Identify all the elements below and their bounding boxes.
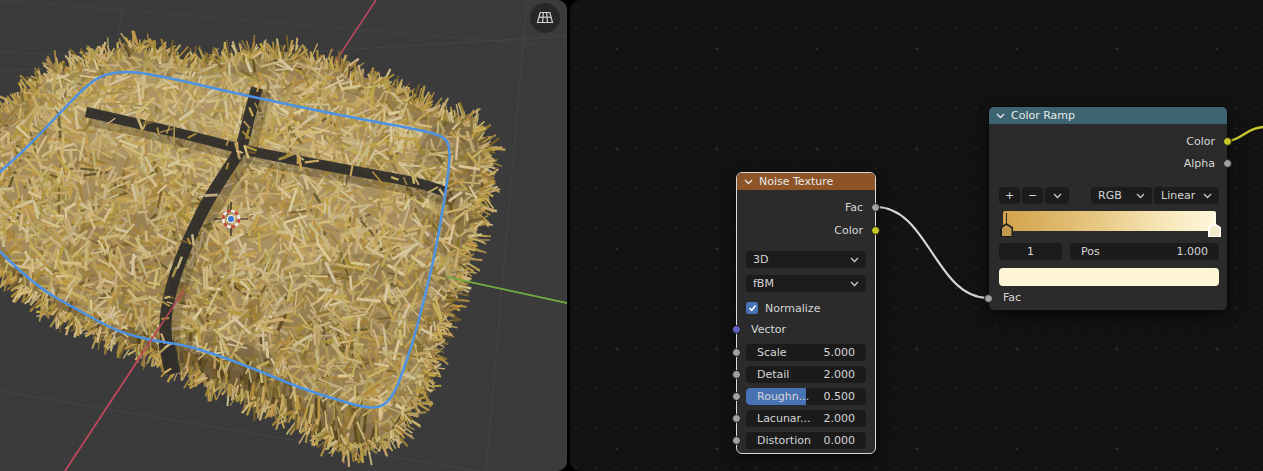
socket-vector-input[interactable] xyxy=(732,325,741,334)
lacunarity-label: Lacunar... xyxy=(757,412,811,425)
output-fac-label: Fac xyxy=(737,200,875,216)
color-ramp-gradient[interactable] xyxy=(1003,211,1216,231)
socket-alpha-output[interactable] xyxy=(1223,159,1232,168)
remove-stop-button[interactable]: − xyxy=(1022,187,1043,204)
output-color-label: Color xyxy=(737,223,875,239)
viewport-gizmo-button[interactable] xyxy=(530,3,560,33)
chevron-down-icon xyxy=(1053,193,1062,199)
pos-value: 1.000 xyxy=(1177,245,1209,258)
scale-field[interactable]: Scale 5.000 xyxy=(746,344,866,361)
checkmark-icon xyxy=(748,304,757,312)
add-stop-button[interactable]: + xyxy=(999,187,1020,204)
input-fac-label: Fac xyxy=(989,290,1227,306)
socket-color-output[interactable] xyxy=(1223,137,1232,146)
scale-label: Scale xyxy=(757,346,787,359)
shader-node-editor[interactable]: Noise Texture Fac Color 3D fBM Normalize… xyxy=(570,0,1263,471)
socket-lacunarity-input[interactable] xyxy=(732,414,741,423)
node-header-ramp[interactable]: Color Ramp xyxy=(989,107,1227,124)
socket-roughness-input[interactable] xyxy=(732,392,741,401)
collapse-chevron-icon[interactable] xyxy=(744,179,753,185)
color-mode-dropdown[interactable]: RGB xyxy=(1091,187,1152,204)
detail-value: 2.000 xyxy=(824,368,856,381)
scale-value: 5.000 xyxy=(824,346,856,359)
stop-position-field[interactable]: Pos 1.000 xyxy=(1070,243,1219,260)
socket-distortion-input[interactable] xyxy=(732,436,741,445)
roughness-slider[interactable]: Roughn... 0.500 xyxy=(746,388,866,405)
input-vector-label: Vector xyxy=(737,322,875,338)
detail-field[interactable]: Detail 2.000 xyxy=(746,366,866,383)
pos-label: Pos xyxy=(1081,245,1100,258)
active-stop-index-field[interactable]: 1 xyxy=(999,243,1062,260)
dimensions-dropdown[interactable]: 3D xyxy=(746,251,866,268)
lacunarity-field[interactable]: Lacunar... 2.000 xyxy=(746,410,866,427)
gradient-stop-0[interactable] xyxy=(1000,213,1013,239)
output-alpha-label: Alpha xyxy=(989,156,1227,172)
lacunarity-value: 2.000 xyxy=(824,412,856,425)
node-title: Color Ramp xyxy=(1011,109,1075,122)
stop-color-swatch[interactable] xyxy=(999,268,1219,286)
dimensions-value: 3D xyxy=(753,253,768,266)
output-color-label: Color xyxy=(989,134,1227,150)
distortion-value: 0.000 xyxy=(824,434,856,447)
chevron-down-icon xyxy=(850,281,859,287)
blender-window: Noise Texture Fac Color 3D fBM Normalize… xyxy=(0,0,1263,471)
socket-color-output[interactable] xyxy=(871,226,880,235)
wire-ramp-color-out xyxy=(1228,127,1263,141)
node-noise-texture[interactable]: Noise Texture Fac Color 3D fBM Normalize… xyxy=(736,172,876,454)
interpolation-value: Linear xyxy=(1161,189,1195,202)
noise-type-value: fBM xyxy=(753,277,774,290)
distortion-label: Distortion xyxy=(757,434,811,447)
node-title: Noise Texture xyxy=(759,175,833,188)
viewport-canvas xyxy=(0,0,567,471)
checkbox-checked[interactable] xyxy=(746,302,758,314)
chevron-down-icon xyxy=(850,257,859,263)
ramp-options-button[interactable] xyxy=(1045,187,1069,204)
collapse-chevron-icon[interactable] xyxy=(996,113,1005,119)
socket-fac-input[interactable] xyxy=(984,294,993,303)
normalize-checkbox-row[interactable]: Normalize xyxy=(746,301,866,315)
interpolation-dropdown[interactable]: Linear xyxy=(1154,187,1219,204)
grid-plane-icon xyxy=(534,7,556,29)
roughness-value: 0.500 xyxy=(824,390,856,403)
distortion-field[interactable]: Distortion 0.000 xyxy=(746,432,866,449)
roughness-label: Roughn... xyxy=(757,390,809,403)
node-color-ramp[interactable]: Color Ramp Color Alpha + − RGB Linear xyxy=(988,106,1228,311)
socket-fac-output[interactable] xyxy=(871,203,880,212)
detail-label: Detail xyxy=(757,368,789,381)
wire-noise-fac-to-ramp-fac xyxy=(876,207,988,298)
chevron-down-icon xyxy=(1203,193,1212,199)
gradient-stop-1-selected[interactable] xyxy=(1208,213,1221,239)
node-header-noise[interactable]: Noise Texture xyxy=(737,173,875,190)
3d-viewport[interactable] xyxy=(0,0,567,471)
socket-detail-input[interactable] xyxy=(732,370,741,379)
normalize-label: Normalize xyxy=(765,302,820,315)
chevron-down-icon xyxy=(1136,193,1145,199)
noise-type-dropdown[interactable]: fBM xyxy=(746,275,866,292)
socket-scale-input[interactable] xyxy=(732,348,741,357)
color-mode-value: RGB xyxy=(1098,189,1122,202)
